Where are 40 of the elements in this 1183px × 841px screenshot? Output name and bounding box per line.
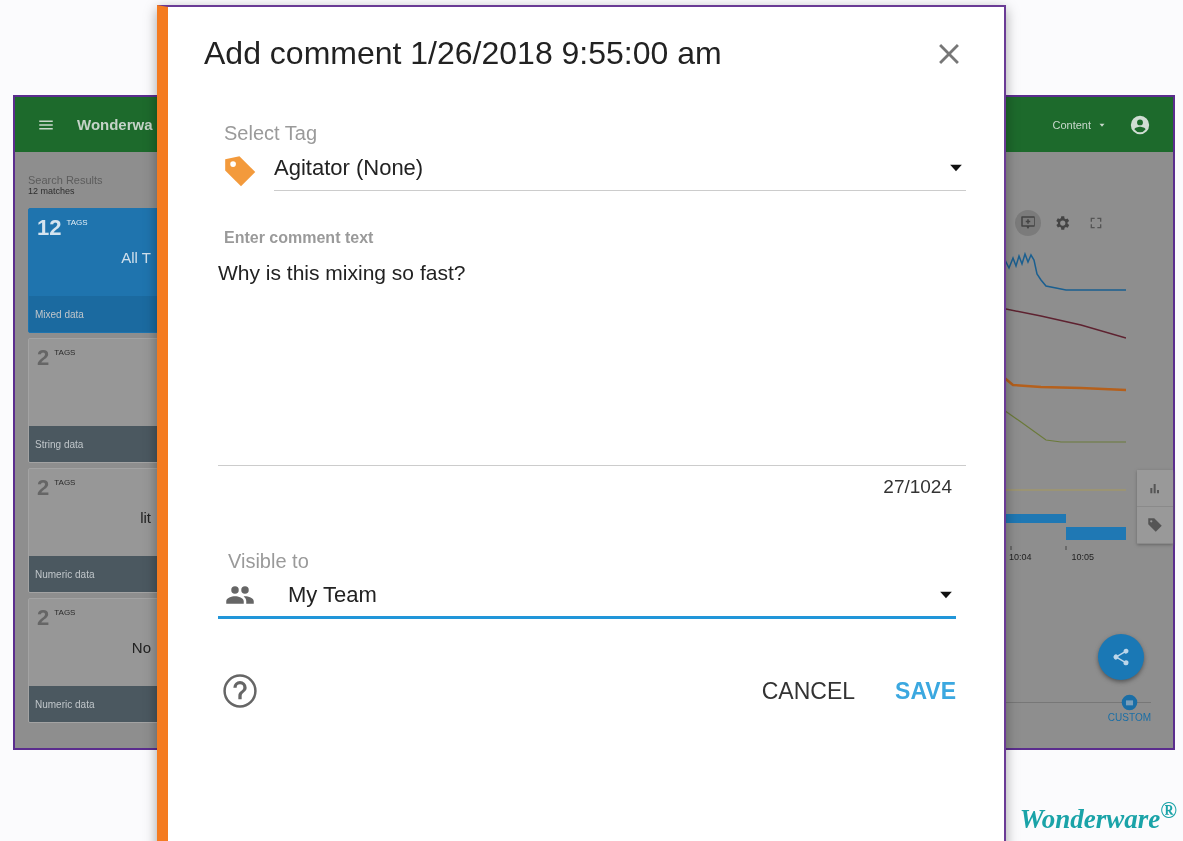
account-icon bbox=[1129, 113, 1151, 136]
calendar-icon bbox=[1120, 694, 1138, 711]
tag-icon bbox=[1146, 516, 1164, 534]
card-footer: Numeric data bbox=[29, 556, 159, 592]
tag-select[interactable]: Agitator (None) bbox=[274, 145, 966, 191]
tag-unit: TAGS bbox=[66, 218, 88, 227]
account-button[interactable] bbox=[1129, 113, 1151, 136]
field-label: Enter comment text bbox=[224, 229, 374, 246]
card-footer: Mixed data bbox=[29, 296, 159, 332]
comment-button[interactable] bbox=[1015, 210, 1041, 236]
group-name: All T bbox=[121, 249, 151, 266]
field-label: Visible to bbox=[228, 550, 309, 572]
fullscreen-icon bbox=[1088, 215, 1104, 231]
group-name: lit bbox=[140, 509, 151, 526]
dialog-title: Add comment 1/26/2018 9:55:00 am bbox=[204, 35, 722, 72]
state-bar bbox=[1066, 527, 1126, 540]
share-icon bbox=[1111, 647, 1131, 667]
card-footer: String data bbox=[29, 426, 159, 462]
help-icon bbox=[220, 671, 260, 711]
results-count: 12 matches bbox=[28, 186, 76, 196]
tag-unit: TAGS bbox=[54, 478, 76, 487]
visibility-select[interactable]: My Team bbox=[218, 573, 956, 619]
character-counter: 27/1024 bbox=[883, 476, 952, 498]
axis-label: 10:04 bbox=[1009, 552, 1032, 562]
card-footer: Numeric data bbox=[29, 686, 159, 722]
help-button[interactable] bbox=[220, 671, 260, 711]
tick-mark bbox=[1065, 545, 1067, 550]
group-name: No bbox=[131, 639, 151, 656]
cancel-button[interactable]: CANCEL bbox=[751, 671, 866, 711]
content-menu[interactable]: Content bbox=[1052, 118, 1107, 131]
share-button[interactable] bbox=[1098, 634, 1144, 680]
tag-group-card[interactable]: 12 TAGS All T Mixed data bbox=[28, 208, 160, 333]
comment-field[interactable]: Why is this mixing so fast? bbox=[218, 261, 966, 466]
tag-unit: TAGS bbox=[54, 348, 76, 357]
tag-unit: TAGS bbox=[54, 608, 76, 617]
app-title: Wonderwa bbox=[77, 116, 153, 133]
axis-label: 10:05 bbox=[1071, 552, 1095, 562]
brand-logo: Wonderware$^{®}$ bbox=[1019, 798, 1177, 835]
tag-count: 12 bbox=[37, 215, 62, 241]
field-label: Select Tag bbox=[224, 122, 319, 145]
